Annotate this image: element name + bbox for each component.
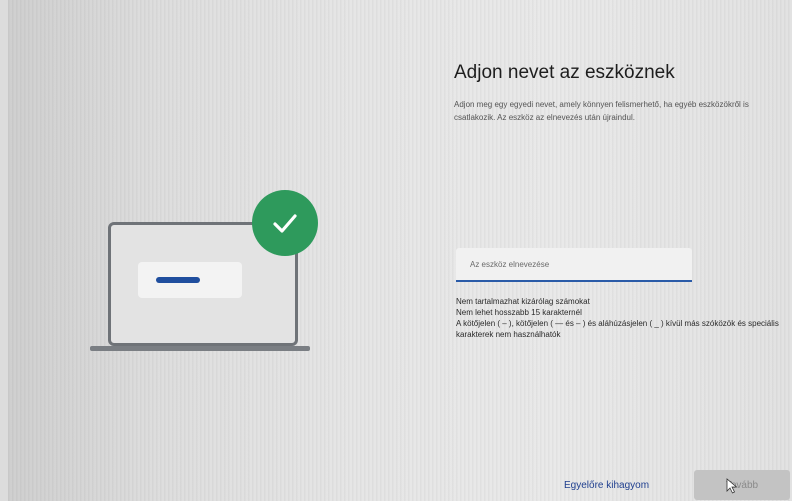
oobe-screen: Adjon nevet az eszköznek Adjon meg egy e… <box>8 0 792 501</box>
rule-item: A kötőjelen ( – ), kötőjelen ( — és – ) … <box>456 319 779 339</box>
naming-rules: Nem tartalmazhat kizárólag számokat Nem … <box>456 296 792 340</box>
page-description: Adjon meg egy egyedi nevet, amely könnye… <box>454 100 749 122</box>
device-illustration <box>90 190 330 360</box>
device-name-input[interactable] <box>456 248 692 280</box>
checkmark-badge <box>252 190 318 256</box>
laptop-base <box>90 346 310 351</box>
next-button[interactable]: Tovább <box>694 470 790 500</box>
device-name-field[interactable] <box>456 248 692 282</box>
name-bar <box>156 277 200 283</box>
rule-item: Nem lehet hosszabb 15 karakternél <box>456 308 582 317</box>
checkmark-icon <box>273 214 297 233</box>
mouse-pointer-icon <box>726 478 738 494</box>
page-title: Adjon nevet az eszköznek <box>454 62 675 83</box>
skip-for-now-link[interactable]: Egyelőre kihagyom <box>564 480 649 491</box>
rule-item: Nem tartalmazhat kizárólag számokat <box>456 297 590 306</box>
illustration-pane <box>8 0 428 501</box>
name-card <box>138 262 242 298</box>
content-pane: Adjon nevet az eszköznek Adjon meg egy e… <box>440 0 792 501</box>
